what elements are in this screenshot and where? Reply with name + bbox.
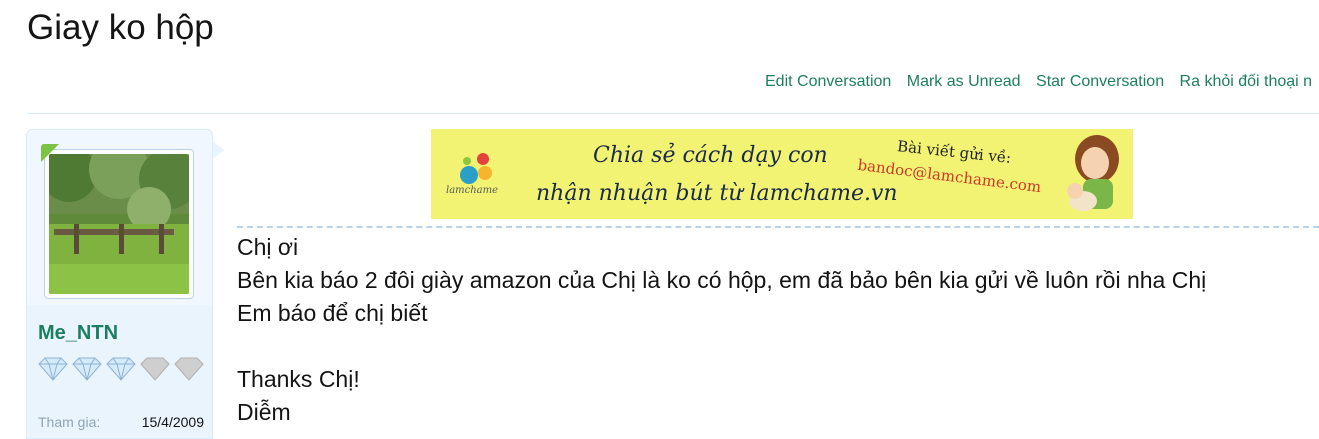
message-divider [237,226,1319,228]
join-date-row: Tham gia: 15/4/2009 [38,414,204,430]
conversation-actions: Edit Conversation Mark as Unread Star Co… [765,72,1319,92]
sidebar-arrow [213,142,225,158]
message-user-info: Me_NTN Tham gia: 15/4/2009 [26,129,225,439]
banner-logo-text: lamchame [446,185,499,196]
username-link[interactable]: Me_NTN [38,322,118,345]
message-line: Diễm [237,399,291,425]
page-title: Giay ko hộp [27,8,214,47]
star-conversation-link[interactable]: Star Conversation [1036,73,1164,90]
message-line [237,330,1206,363]
message-line: Chị ơi [237,234,299,260]
diamond-icon [72,357,102,381]
avatar[interactable] [41,139,199,299]
edit-conversation-link[interactable]: Edit Conversation [765,73,891,90]
message-line: Em báo để chị biết [237,300,428,326]
ad-banner[interactable]: lamchame Chia sẻ cách dạy con nhận nhuận… [431,129,1133,219]
lamchame-logo-icon [460,153,492,184]
message-line: Bên kia báo 2 đôi giày amazon của Chị là… [237,267,1207,293]
diamond-empty-icon [174,357,204,381]
message-line: Thanks Chị! [237,366,360,392]
banner-headline-1: Chia sẻ cách dạy con [593,143,828,168]
diamond-icon [38,357,68,381]
online-indicator [41,144,59,162]
message-content: Chị ơi Bên kia báo 2 đôi giày amazon của… [237,231,1206,429]
rank-diamonds [37,356,205,382]
header-divider [27,113,1319,114]
banner-headline-2: nhận nhuận bút từ lamchame.vn [536,181,898,206]
mark-as-unread-link[interactable]: Mark as Unread [907,73,1021,90]
join-date-label: Tham gia: [38,414,101,430]
diamond-icon [106,357,136,381]
avatar-image [41,139,199,294]
join-date-value: 15/4/2009 [141,414,204,430]
mother-child-illustration-icon [1067,135,1119,211]
leave-conversation-link[interactable]: Ra khỏi đối thoại n [1180,73,1313,90]
diamond-empty-icon [140,357,170,381]
